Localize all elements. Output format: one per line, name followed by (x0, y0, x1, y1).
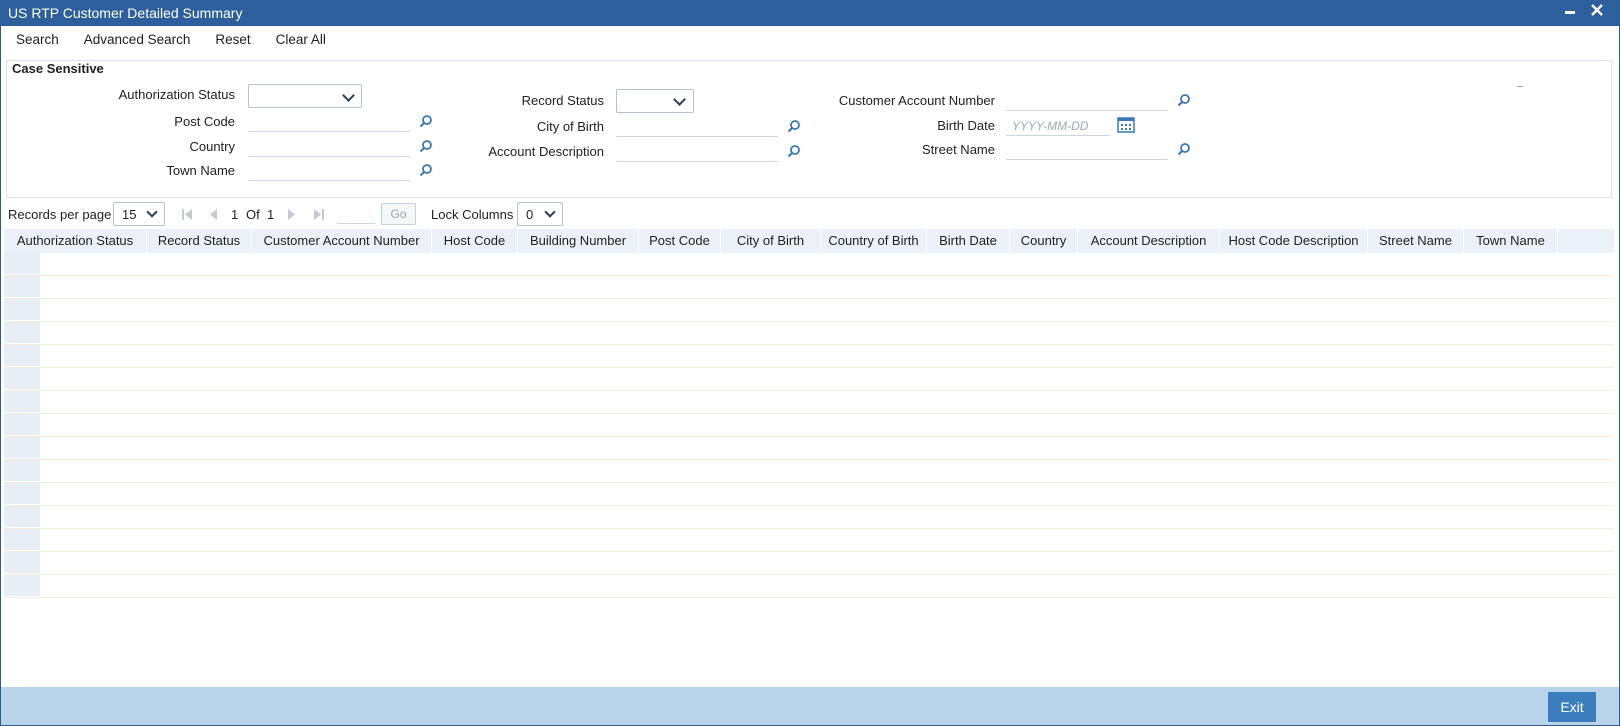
records-per-page-select[interactable]: 15 (113, 202, 165, 226)
table-row[interactable] (4, 276, 1614, 299)
birth-date-label: Birth Date (937, 118, 995, 133)
authorization-status-select[interactable] (248, 84, 362, 108)
country-input[interactable] (248, 137, 410, 157)
column-header-post-code[interactable]: Post Code (639, 229, 721, 253)
calendar-icon[interactable] (1117, 116, 1135, 134)
panel-collapse-mark (1517, 86, 1523, 87)
row-selector[interactable] (4, 345, 40, 367)
search-button[interactable]: Search (8, 32, 59, 47)
table-row[interactable] (4, 552, 1614, 575)
post-code-label: Post Code (174, 114, 235, 129)
table-row[interactable] (4, 299, 1614, 322)
table-row[interactable] (4, 529, 1614, 552)
close-icon[interactable] (1587, 2, 1607, 24)
column-header-birth-date[interactable]: Birth Date (927, 229, 1010, 253)
town-name-input[interactable] (248, 161, 410, 181)
row-selector[interactable] (4, 575, 40, 597)
column-header-authorization-status[interactable]: Authorization Status (4, 229, 147, 253)
street-name-label: Street Name (922, 142, 995, 157)
birth-date-input[interactable] (1006, 116, 1110, 136)
total-pages: 1 (267, 207, 275, 222)
reset-button[interactable]: Reset (207, 32, 250, 47)
next-page-icon[interactable] (287, 209, 297, 220)
country-label: Country (189, 139, 235, 154)
table-row[interactable] (4, 414, 1614, 437)
grid-header: Authorization Status Record Status Custo… (4, 229, 1614, 253)
row-selector[interactable] (4, 460, 40, 482)
table-row[interactable] (4, 575, 1614, 598)
table-row[interactable] (4, 506, 1614, 529)
column-header-account-description[interactable]: Account Description (1078, 229, 1220, 253)
row-selector[interactable] (4, 529, 40, 551)
title-bar: US RTP Customer Detailed Summary (0, 0, 1620, 26)
column-header-record-status[interactable]: Record Status (147, 229, 252, 253)
customer-account-number-input[interactable] (1006, 91, 1168, 111)
column-header-town-name[interactable]: Town Name (1464, 229, 1558, 253)
row-selector[interactable] (4, 552, 40, 574)
go-button[interactable]: Go (381, 203, 416, 225)
row-selector[interactable] (4, 391, 40, 413)
row-selector[interactable] (4, 414, 40, 436)
column-header-street-name[interactable]: Street Name (1368, 229, 1464, 253)
window-title: US RTP Customer Detailed Summary (8, 5, 243, 21)
current-page: 1 (231, 207, 239, 222)
customer-account-number-label: Customer Account Number (838, 93, 995, 108)
lock-columns-select[interactable]: 0 (517, 202, 563, 226)
clear-all-button[interactable]: Clear All (268, 32, 326, 47)
advanced-search-button[interactable]: Advanced Search (76, 32, 191, 47)
row-selector[interactable] (4, 253, 40, 275)
lock-columns-label: Lock Columns (431, 207, 514, 222)
table-row[interactable] (4, 322, 1614, 345)
lock-columns-value: 0 (526, 207, 534, 222)
city-of-birth-label: City of Birth (536, 119, 604, 134)
previous-page-icon[interactable] (208, 209, 218, 220)
table-row[interactable] (4, 345, 1614, 368)
first-page-icon[interactable] (181, 209, 193, 220)
table-row[interactable] (4, 460, 1614, 483)
row-selector[interactable] (4, 506, 40, 528)
row-selector[interactable] (4, 276, 40, 298)
table-row[interactable] (4, 368, 1614, 391)
city-of-birth-input[interactable] (616, 117, 778, 137)
row-selector[interactable] (4, 322, 40, 344)
record-status-label: Record Status (521, 93, 604, 108)
column-header-country-of-birth[interactable]: Country of Birth (821, 229, 927, 253)
exit-button[interactable]: Exit (1548, 692, 1596, 722)
table-row[interactable] (4, 391, 1614, 414)
go-to-page-input[interactable] (337, 204, 375, 224)
toolbar: Search Advanced Search Reset Clear All (8, 32, 343, 52)
column-header-city-of-birth[interactable]: City of Birth (721, 229, 821, 253)
of-label: Of (246, 207, 260, 222)
records-per-page-label: Records per page (8, 207, 112, 222)
row-selector[interactable] (4, 299, 40, 321)
column-header-country[interactable]: Country (1010, 229, 1078, 253)
case-sensitive-title: Case Sensitive (12, 61, 104, 76)
last-page-icon[interactable] (313, 209, 325, 220)
column-header-host-code[interactable]: Host Code (432, 229, 518, 253)
street-name-lookup-icon[interactable] (1177, 142, 1191, 156)
table-row[interactable] (4, 253, 1614, 276)
column-header-host-code-description[interactable]: Host Code Description (1220, 229, 1368, 253)
customer-account-number-lookup-icon[interactable] (1177, 93, 1191, 107)
row-selector[interactable] (4, 368, 40, 390)
account-description-label: Account Description (488, 144, 604, 159)
record-status-select[interactable] (616, 89, 694, 113)
minimize-icon[interactable] (1560, 2, 1580, 24)
column-header-customer-account-number[interactable]: Customer Account Number (252, 229, 432, 253)
table-row[interactable] (4, 437, 1614, 460)
account-description-input[interactable] (616, 142, 778, 162)
authorization-status-label: Authorization Status (118, 87, 235, 102)
town-name-lookup-icon[interactable] (419, 163, 433, 177)
street-name-input[interactable] (1006, 140, 1168, 160)
table-row[interactable] (4, 483, 1614, 506)
column-header-building-number[interactable]: Building Number (518, 229, 639, 253)
town-name-label: Town Name (166, 163, 235, 178)
row-selector[interactable] (4, 437, 40, 459)
footer-bar (1, 687, 1619, 725)
post-code-input[interactable] (248, 112, 410, 132)
pagination-bar: Records per page 15 1 Of 1 Go Lock Colum… (0, 200, 1620, 226)
row-selector[interactable] (4, 483, 40, 505)
records-per-page-value: 15 (122, 207, 137, 222)
